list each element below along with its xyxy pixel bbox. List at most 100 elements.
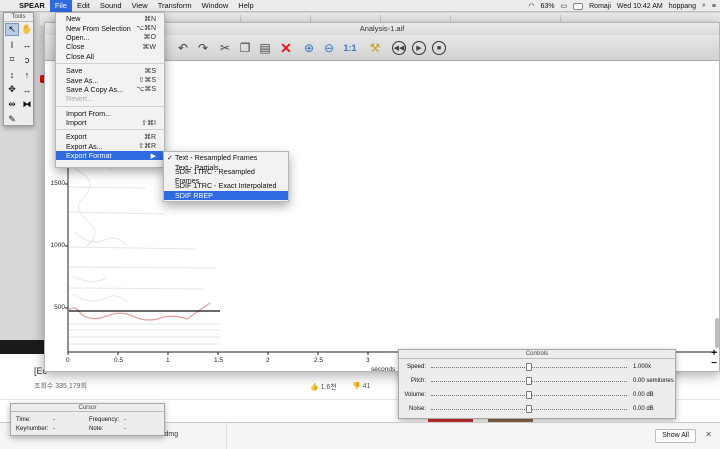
- menu-item-new-from-selection[interactable]: New From Selection ⌥⌘N: [56, 23, 164, 33]
- y-tick-label: 1500: [50, 180, 65, 187]
- up-move-tool-icon[interactable]: ↑: [20, 68, 34, 81]
- undo-icon[interactable]: ↶: [175, 40, 191, 56]
- battery-icon[interactable]: ▭: [561, 2, 568, 10]
- stop-icon[interactable]: ■: [432, 41, 446, 55]
- search-icon[interactable]: ⌕: [702, 2, 706, 10]
- speed-slider-knob[interactable]: [526, 363, 532, 371]
- menu-help[interactable]: Help: [233, 0, 258, 12]
- menu-item-save[interactable]: Save ⌘S: [56, 66, 164, 75]
- noise-value: 0.00 dB: [633, 406, 654, 412]
- x-tick-label: 0: [66, 357, 70, 364]
- status-area: ◠ 63% ▭ Romaji Wed 10:42 AM hoppang ⌕ ≡: [528, 0, 716, 12]
- stretch-tool-icon[interactable]: ⇹: [5, 98, 19, 111]
- pitch-row: Pitch: 0.00 semitones: [399, 376, 677, 388]
- menu-separator: [56, 105, 164, 107]
- menu-item-close-all[interactable]: Close All: [56, 52, 164, 61]
- y-tick-label: 1000: [50, 242, 65, 249]
- keynumber-value: -: [53, 426, 55, 432]
- menu-item-export-as[interactable]: Export As... ⇧⌘R: [56, 142, 164, 151]
- volume-label: Volume:: [404, 392, 426, 398]
- vertical-scrollbar[interactable]: [715, 318, 719, 348]
- divider: [226, 423, 227, 449]
- horizontal-move-tool-icon[interactable]: ↔: [20, 83, 34, 96]
- menu-item-close[interactable]: Close ⌘W: [56, 42, 164, 51]
- submenu-item-sdif-resampled[interactable]: SDIF 1TRC - Resampled Frames: [164, 167, 288, 185]
- noise-slider-knob[interactable]: [526, 405, 532, 413]
- menu-separator: [56, 129, 164, 131]
- redo-icon[interactable]: ↷: [195, 40, 211, 56]
- volume-slider-knob[interactable]: [526, 391, 532, 399]
- menu-item-import[interactable]: Import ⇧⌘I: [56, 118, 164, 127]
- menu-separator: [56, 62, 164, 64]
- paste-icon[interactable]: ▤: [257, 40, 273, 56]
- note-value: -: [124, 426, 126, 432]
- show-all-button[interactable]: Show All: [655, 429, 696, 443]
- wifi-icon[interactable]: ◠: [528, 2, 534, 10]
- hand-tool-icon[interactable]: ✋: [20, 23, 34, 36]
- submenu-arrow-icon: ▶: [150, 152, 156, 160]
- list-icon[interactable]: ≡: [712, 3, 716, 10]
- menu-item-new[interactable]: New ⌘N: [56, 14, 164, 23]
- x-tick-label: 2: [266, 357, 270, 364]
- lasso-tool-icon[interactable]: ↄ: [20, 53, 34, 66]
- menu-file[interactable]: File: [49, 0, 72, 12]
- dislike-count: 41: [362, 383, 371, 390]
- pitch-slider-knob[interactable]: [526, 377, 532, 385]
- clock[interactable]: Wed 10:42 AM: [617, 3, 663, 10]
- x-tick-label: 1.5: [214, 357, 224, 364]
- menu-edit[interactable]: Edit: [72, 0, 95, 12]
- video-player[interactable]: [0, 340, 44, 354]
- like-count: 1.6천: [320, 384, 337, 391]
- user-name[interactable]: hoppang: [669, 3, 696, 10]
- rewind-icon[interactable]: ◀◀: [392, 41, 406, 55]
- cut-icon[interactable]: ✂: [217, 40, 233, 56]
- noise-row: Noise: 0.00 dB: [399, 404, 677, 416]
- menu-item-import-from[interactable]: Import From...: [56, 109, 164, 118]
- tuning-fork-icon[interactable]: ⚒: [367, 40, 383, 56]
- view-count: 조회수 335,179회: [34, 383, 88, 390]
- compress-tool-icon[interactable]: ⧓: [20, 98, 34, 111]
- arrow-tool-icon[interactable]: ↖: [5, 23, 19, 36]
- time-label: Time:: [16, 417, 31, 423]
- menu-view[interactable]: View: [127, 0, 153, 12]
- zoom-minus-icon[interactable]: −: [711, 358, 717, 369]
- submenu-item-text-resampled[interactable]: ✓ Text - Resampled Frames: [164, 153, 288, 162]
- pencil-tool-icon[interactable]: ✎: [5, 113, 19, 126]
- menu-app-name[interactable]: SPEAR: [14, 0, 50, 12]
- time-value: -: [53, 417, 55, 423]
- submenu-item-sdif-rbep[interactable]: SDIF RBEP: [164, 190, 288, 200]
- volume-value: 0.00 dB: [633, 392, 654, 398]
- menu-sound[interactable]: Sound: [95, 0, 127, 12]
- submenu-item-sdif-exact[interactable]: SDIF 1TRC - Exact Interpolated: [164, 181, 288, 190]
- menu-item-save-as[interactable]: Save As... ⇧⌘S: [56, 75, 164, 85]
- y-tick-label: 500: [54, 304, 65, 311]
- menu-transform[interactable]: Transform: [153, 0, 197, 12]
- input-source-label[interactable]: Romaji: [589, 3, 611, 10]
- move-tool-icon[interactable]: ✥: [5, 83, 19, 96]
- controls-title: Controls: [399, 350, 675, 359]
- vertical-move-tool-icon[interactable]: ↕: [5, 68, 19, 81]
- zoom-out-icon[interactable]: ⊖: [321, 40, 337, 56]
- copy-icon[interactable]: ❐: [237, 40, 253, 56]
- rect-select-tool-icon[interactable]: ⌗: [5, 53, 19, 66]
- time-select-tool-icon[interactable]: I: [5, 38, 19, 51]
- menu-item-save-copy-as[interactable]: Save A Copy As... ⌥⌘S: [56, 85, 164, 94]
- menu-item-open[interactable]: Open... ⌘O: [56, 33, 164, 42]
- file-menu: New ⌘N New From Selection ⌥⌘N Open... ⌘O Cl…: [55, 12, 165, 168]
- input-source-icon[interactable]: [573, 2, 584, 10]
- note-label: Note:: [89, 426, 104, 432]
- menu-item-export-format[interactable]: Export Format ▶: [56, 151, 164, 161]
- battery-level[interactable]: 63%: [540, 3, 554, 10]
- like-button[interactable]: 👍 1.6천: [310, 382, 337, 392]
- zoom-in-icon[interactable]: ⊕: [301, 40, 317, 56]
- delete-icon[interactable]: ✕: [278, 40, 294, 56]
- menu-item-export[interactable]: Export ⌘R: [56, 132, 164, 141]
- play-icon[interactable]: ▶: [412, 41, 426, 55]
- menu-window[interactable]: Window: [197, 0, 234, 12]
- dislike-button[interactable]: 👎 41: [352, 382, 370, 390]
- range-select-tool-icon[interactable]: ↔: [20, 38, 34, 51]
- apple-icon[interactable]: [0, 0, 14, 12]
- x-tick-label: 0.5: [114, 357, 124, 364]
- zoom-actual-icon[interactable]: 1:1: [342, 40, 358, 56]
- close-icon[interactable]: ✕: [705, 430, 712, 439]
